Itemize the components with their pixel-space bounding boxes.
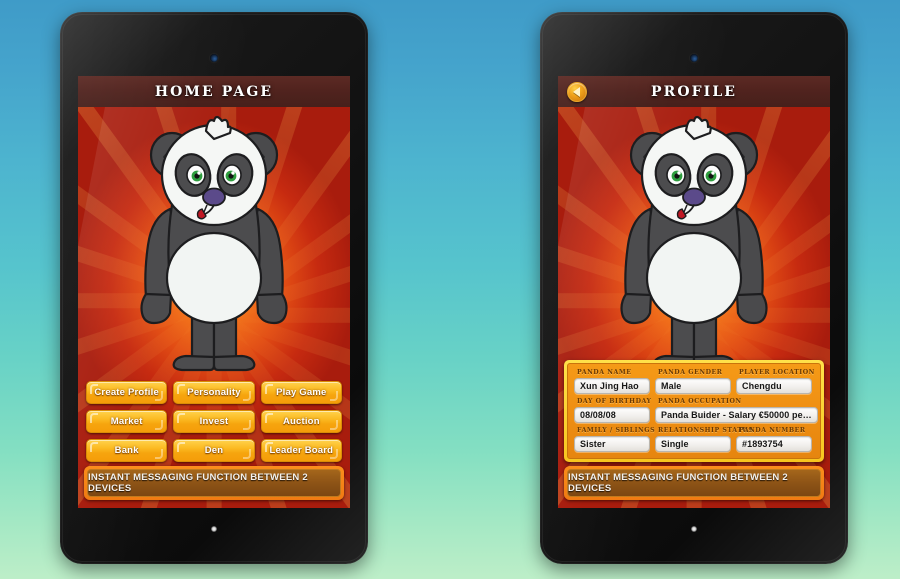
menu-button-den[interactable]: Den [173, 439, 255, 462]
menu-button-personality[interactable]: Personality [173, 381, 255, 404]
field-input[interactable]: Chengdu [736, 378, 812, 394]
panda-mascot [594, 113, 794, 380]
field-input[interactable]: Xun Jing Hao [574, 378, 650, 394]
menu-button-label: Play Game [276, 387, 327, 398]
instant-messaging-button[interactable]: INSTANT MESSAGING FUNCTION BETWEEN 2 DEV… [564, 466, 824, 500]
menu-button-market[interactable]: Market [86, 410, 168, 433]
field-label: Panda Occupation [658, 398, 742, 405]
field-value: 08/08/08 [580, 410, 616, 420]
instant-messaging-button-inner: INSTANT MESSAGING FUNCTION BETWEEN 2 DEV… [87, 469, 341, 497]
profile-form-row: Panda Name Xun Jing Hao Panda Gender Mal… [574, 369, 814, 394]
field-input[interactable]: Sister [574, 436, 650, 452]
page-title: HOME PAGE [154, 83, 274, 100]
field-panda-name: Panda Name Xun Jing Hao [574, 369, 650, 394]
front-camera-icon [690, 54, 698, 62]
field-day-of-birthday: Day Of Birthday 08/08/08 [574, 398, 652, 423]
field-input[interactable]: Male [655, 378, 731, 394]
profile-form-inner: Panda Name Xun Jing Hao Panda Gender Mal… [567, 363, 821, 459]
field-label: Relationship Status [658, 427, 754, 434]
field-relationship-status: Relationship Status Single [655, 427, 754, 452]
menu-button-label: Leader Board [269, 445, 334, 456]
field-value: Xun Jing Hao [580, 381, 639, 391]
menu-button-label: Auction [282, 416, 320, 427]
home-stage: Create Profile Personality Play Game Mar… [78, 107, 350, 508]
back-triangle-icon [572, 86, 580, 97]
field-value: Single [661, 439, 689, 449]
front-camera-icon [210, 54, 218, 62]
instant-messaging-label: INSTANT MESSAGING FUNCTION BETWEEN 2 DEV… [568, 472, 788, 494]
menu-button-label: Bank [114, 445, 139, 456]
field-label: Family / Siblings [577, 427, 656, 434]
menu-button-label: Den [204, 445, 224, 456]
menu-button-label: Invest [199, 416, 229, 427]
field-label: Player Location [739, 369, 815, 376]
field-panda-gender: Panda Gender Male [655, 369, 731, 394]
page-title: PROFILE [650, 83, 738, 100]
profile-form-row: Family / Siblings Sister Relationship St… [574, 427, 814, 452]
instant-messaging-button-inner: INSTANT MESSAGING FUNCTION BETWEEN 2 DEV… [567, 469, 821, 497]
field-value: Male [661, 381, 682, 391]
panda-mascot [114, 113, 314, 380]
home-indicator-led [211, 526, 217, 532]
field-label: Panda Gender [658, 369, 723, 376]
field-player-location: Player Location Chengdu [736, 369, 815, 394]
field-value: Sister [580, 439, 606, 449]
menu-button-leader-board[interactable]: Leader Board [260, 439, 342, 462]
home-titlebar: HOME PAGE [78, 76, 350, 107]
screen-home: HOME PAGE Create Profile Personality Pla… [78, 76, 350, 508]
profile-stage: Panda Name Xun Jing Hao Panda Gender Mal… [558, 107, 830, 508]
menu-button-create-profile[interactable]: Create Profile [86, 381, 168, 404]
menu-button-label: Personality [187, 387, 241, 398]
field-input[interactable]: Panda Buider - Salary €50000 per year [655, 407, 818, 423]
field-input[interactable]: Single [655, 436, 731, 452]
device-right: PROFILE PANDA NAME Xun Jing Hao PANDA GE… [540, 12, 848, 564]
profile-titlebar: PROFILE [558, 76, 830, 107]
instant-messaging-button[interactable]: INSTANT MESSAGING FUNCTION BETWEEN 2 DEV… [84, 466, 344, 500]
menu-button-invest[interactable]: Invest [173, 410, 255, 433]
screen-profile: PROFILE PANDA NAME Xun Jing Hao PANDA GE… [558, 76, 830, 508]
field-input[interactable]: 08/08/08 [574, 407, 650, 423]
profile-form-panel: Panda Name Xun Jing Hao Panda Gender Mal… [564, 360, 824, 462]
field-family-siblings: Family / Siblings Sister [574, 427, 656, 452]
home-indicator-led [691, 526, 697, 532]
menu-button-auction[interactable]: Auction [260, 410, 342, 433]
instant-messaging-label: INSTANT MESSAGING FUNCTION BETWEEN 2 DEV… [88, 472, 308, 494]
field-value: Chengdu [742, 381, 782, 391]
back-button[interactable] [567, 81, 587, 102]
menu-button-label: Create Profile [94, 387, 159, 398]
menu-button-play-game[interactable]: Play Game [260, 381, 342, 404]
home-menu-grid: Create Profile Personality Play Game Mar… [86, 381, 342, 462]
menu-button-bank[interactable]: Bank [86, 439, 168, 462]
field-label: Day Of Birthday [577, 398, 652, 405]
field-value: Panda Buider - Salary €50000 per year [661, 410, 812, 420]
menu-button-label: Market [110, 416, 143, 427]
field-input[interactable]: #1893754 [736, 436, 812, 452]
field-panda-occupation: Panda Occupation Panda Buider - Salary €… [655, 398, 818, 423]
field-value: #1893754 [742, 439, 783, 449]
field-label: Panda Name [577, 369, 632, 376]
profile-form-row: Day Of Birthday 08/08/08 Panda Occupatio… [574, 398, 818, 423]
field-panda-number: Panda Number #1893754 [736, 427, 812, 452]
device-left: HOME PAGE Create Profile Personality Pla… [60, 12, 368, 564]
field-label: Panda Number [739, 427, 806, 434]
